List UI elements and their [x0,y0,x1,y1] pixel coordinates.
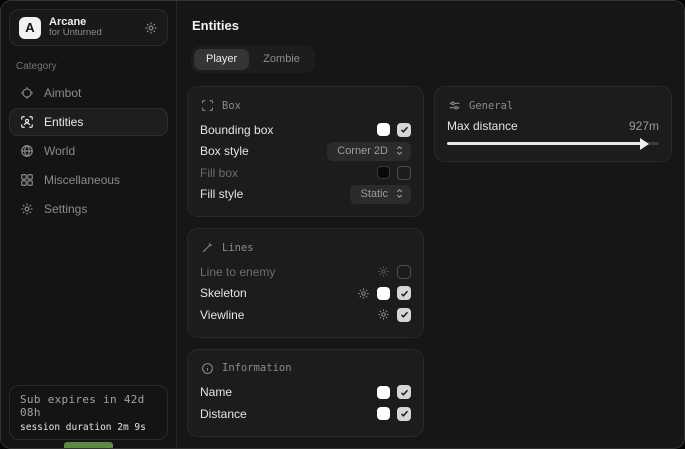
slider-thumb[interactable] [640,138,649,150]
page-title: Entities [192,18,672,33]
setting-label: Line to enemy [200,265,275,279]
sidebar-item-label: Settings [44,202,87,216]
gear-icon [20,202,34,216]
setting-row-distance: Distance [200,403,411,425]
box-style-dropdown[interactable]: Corner 2D [327,142,411,161]
setting-label: Viewline [200,308,244,322]
gear-icon[interactable] [377,308,390,321]
setting-row-viewline: Viewline [200,304,411,326]
entities-scan-icon [20,115,34,129]
setting-label: Skeleton [200,286,247,300]
sidebar-item-label: World [44,144,75,158]
gear-icon[interactable] [377,265,390,278]
app-logo: A [19,17,41,39]
sidebar-item-settings[interactable]: Settings [9,195,168,223]
sidebar-item-entities[interactable]: Entities [9,108,168,136]
dropdown-value: Corner 2D [337,145,388,157]
info-icon [201,362,214,375]
chevron-updown-icon [395,188,404,199]
color-swatch[interactable] [377,386,390,399]
setting-label: Box style [200,144,249,158]
sliders-icon [448,99,461,112]
sidebar-item-world[interactable]: World [9,137,168,165]
app-subtitle: for Unturned [49,28,136,39]
setting-row-box-style: Box style Corner 2D [200,141,411,163]
session-duration-text: session duration 2m 9s [20,422,157,433]
checkbox-checked[interactable] [397,407,411,421]
color-swatch[interactable] [377,123,390,136]
checkbox-checked[interactable] [397,123,411,137]
setting-label: Name [200,385,232,399]
setting-row-max-distance: Max distance 927m [447,119,659,133]
gear-icon[interactable] [144,21,158,35]
setting-label: Fill box [200,166,238,180]
tab-player[interactable]: Player [194,49,249,70]
setting-row-fill-box: Fill box [200,162,411,184]
sidebar-item-miscellaneous[interactable]: Miscellaneous [9,166,168,194]
color-swatch[interactable] [377,166,390,179]
panel-title: General [469,100,513,112]
scan-box-icon [201,99,214,112]
main-content: Entities Player Zombie Box [177,1,684,448]
max-distance-value: 927m [629,119,659,133]
fill-style-dropdown[interactable]: Static [350,185,411,204]
chevron-updown-icon [395,145,404,156]
pencil-line-icon [201,241,214,254]
sub-expiry-text: Sub expires in 42d 08h [20,393,157,419]
sidebar: A Arcane for Unturned Category Aimbot [1,1,177,448]
setting-row-fill-style: Fill style Static [200,184,411,206]
background-game-glitch [64,442,113,449]
setting-label: Max distance [447,119,518,133]
panel-box: Box Bounding box Box style [187,86,424,217]
panel-lines: Lines Line to enemy [187,228,424,338]
sidebar-item-label: Aimbot [44,86,81,100]
panel-title: Information [222,362,292,374]
panel-information: Information Name Distance [187,349,424,437]
entity-tabs: Player Zombie [191,46,315,73]
sidebar-item-aimbot[interactable]: Aimbot [9,79,168,107]
sidebar-item-label: Entities [44,115,83,129]
setting-label: Distance [200,407,247,421]
color-swatch[interactable] [377,407,390,420]
setting-label: Bounding box [200,123,273,137]
setting-row-line-to-enemy: Line to enemy [200,261,411,283]
category-label: Category [16,61,161,72]
checkbox-unchecked[interactable] [397,166,411,180]
app-window: A Arcane for Unturned Category Aimbot [0,0,685,449]
panel-general: General Max distance 927m [434,86,672,162]
setting-row-skeleton: Skeleton [200,283,411,305]
max-distance-slider[interactable] [447,136,659,150]
setting-row-bounding-box: Bounding box [200,119,411,141]
tab-zombie[interactable]: Zombie [251,49,312,70]
panel-title: Box [222,100,241,112]
setting-row-name: Name [200,382,411,404]
globe-icon [20,144,34,158]
max-distance-fill [447,142,642,145]
gear-icon[interactable] [357,287,370,300]
color-swatch[interactable] [377,287,390,300]
brand-card: A Arcane for Unturned [9,9,168,46]
crosshair-icon [20,86,34,100]
checkbox-unchecked[interactable] [397,265,411,279]
grid-icon [20,173,34,187]
panel-title: Lines [222,242,254,254]
checkbox-checked[interactable] [397,385,411,399]
subscription-card: Sub expires in 42d 08h session duration … [9,385,168,440]
setting-label: Fill style [200,187,243,201]
checkbox-checked[interactable] [397,286,411,300]
checkbox-checked[interactable] [397,308,411,322]
dropdown-value: Static [360,188,388,200]
sidebar-item-label: Miscellaneous [44,173,120,187]
